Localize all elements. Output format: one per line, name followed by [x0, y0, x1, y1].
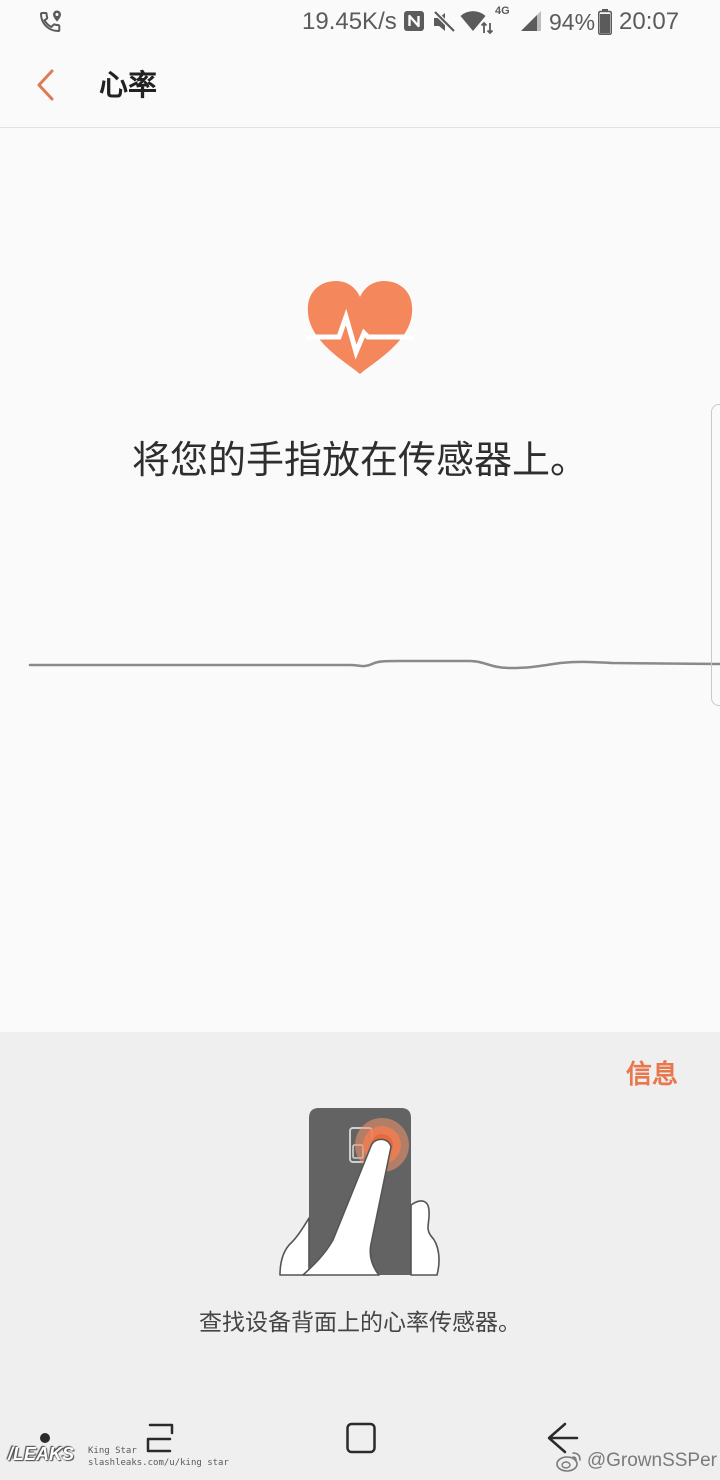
- chevron-left-icon: [37, 69, 54, 101]
- mute-icon: [433, 10, 456, 33]
- back-button[interactable]: [30, 64, 66, 106]
- wifi-icon: [460, 11, 493, 34]
- battery-icon: [598, 9, 612, 35]
- nfc-icon: [404, 11, 424, 31]
- watermark-author: King Star: [88, 1446, 137, 1456]
- page-title: 心率: [99, 68, 158, 102]
- heart-pulse-icon: [306, 281, 414, 374]
- watermark-url: slashleaks.com/u/king star: [88, 1458, 229, 1468]
- battery-percent: 94%: [549, 9, 596, 35]
- sensor-location-hint: 查找设备背面上的心率传感器。: [199, 1310, 521, 1336]
- signal-icon: [521, 11, 541, 31]
- watermark-logo: /LEAKS: [8, 1444, 75, 1464]
- network-speed: 19.45K/s: [302, 8, 397, 35]
- heart-rate-waveform: [28, 659, 720, 670]
- status-bar: 19.45K/s 4G 94% 20:07: [0, 0, 720, 45]
- network-type: 4G: [495, 5, 510, 17]
- edge-panel-handle[interactable]: [711, 404, 720, 706]
- nav-dot-icon[interactable]: [40, 1433, 50, 1443]
- weibo-icon: [556, 1452, 581, 1472]
- watermark-weibo-handle: @GrownSSPer: [586, 1450, 717, 1471]
- info-link[interactable]: 信息: [626, 1058, 678, 1092]
- phone-location-icon: [39, 10, 61, 33]
- header-divider: [0, 127, 720, 128]
- measure-instruction: 将您的手指放在传感器上。: [131, 438, 588, 482]
- finger-on-rear-sensor-illustration: [279, 1108, 440, 1276]
- clock: 20:07: [619, 8, 680, 35]
- home-icon[interactable]: [344, 1420, 378, 1456]
- app-header: 心率: [0, 45, 720, 127]
- recent-apps-icon[interactable]: [144, 1420, 176, 1456]
